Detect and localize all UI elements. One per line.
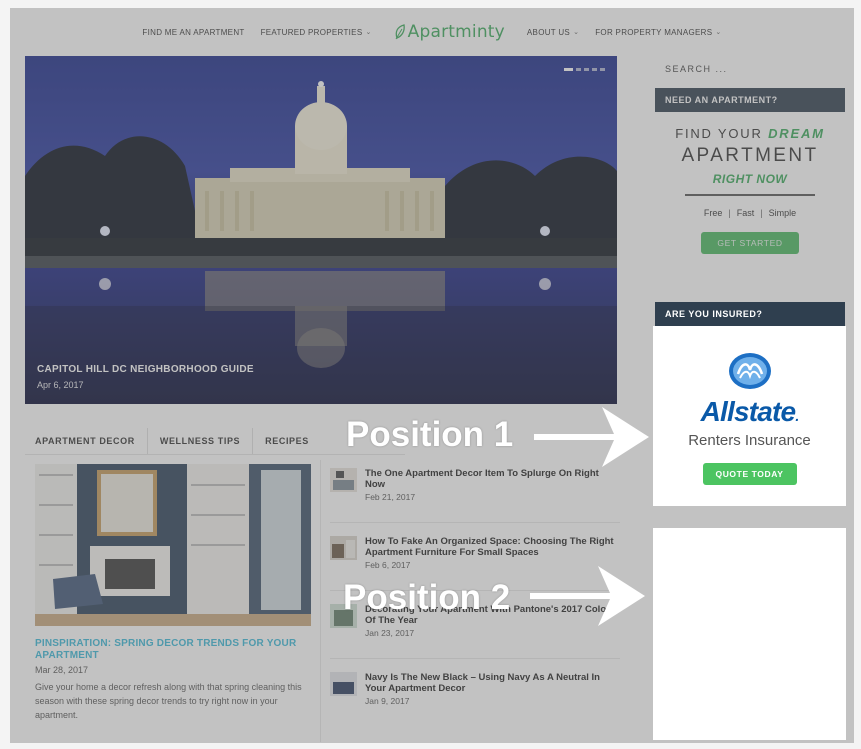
slider-dots <box>564 68 605 71</box>
quote-today-button[interactable]: QUOTE TODAY <box>702 463 797 485</box>
post-date: Jan 23, 2017 <box>365 628 415 638</box>
feature-free: Free <box>703 208 723 218</box>
arrow-right-icon <box>530 566 645 626</box>
post-thumbnail <box>330 468 357 492</box>
slider-dot[interactable] <box>600 68 605 71</box>
nav-item-label: FOR PROPERTY MANAGERS <box>595 27 713 37</box>
nav-featured-properties[interactable]: FEATURED PROPERTIES ⌄ <box>261 28 372 37</box>
tab-recipes[interactable]: RECIPES <box>253 428 321 454</box>
featured-post: PINSPIRATION: SPRING DECOR TRENDS FOR YO… <box>35 464 311 722</box>
nav-item-label: ABOUT US <box>526 27 571 37</box>
post-thumbnail <box>330 672 357 696</box>
slider-dot[interactable] <box>576 68 581 71</box>
featured-post-image[interactable] <box>35 464 311 626</box>
ad-slot-position-2 <box>653 528 846 740</box>
position-1-label: Position 1 <box>346 415 514 454</box>
post-title[interactable]: How To Fake An Organized Space: Choosing… <box>365 536 615 558</box>
featured-post-date: Mar 28, 2017 <box>35 665 89 675</box>
nav-property-managers[interactable]: FOR PROPERTY MANAGERS ⌄ <box>595 28 721 37</box>
hero-date: Apr 6, 2017 <box>37 380 84 390</box>
top-nav: FIND ME AN APARTMENT FEATURED PROPERTIES… <box>10 8 854 56</box>
arrow-right-icon <box>534 407 649 467</box>
need-apartment-header: NEED AN APARTMENT? <box>655 88 845 112</box>
dream-line-1: FIND YOUR DREAM <box>655 126 845 141</box>
list-item[interactable]: Navy Is The New Black – Using Navy As A … <box>330 672 620 706</box>
post-thumbnail <box>330 536 357 560</box>
dream-line-1-text: FIND YOUR <box>675 126 763 141</box>
logo-text: Apartminty <box>407 22 505 42</box>
are-you-insured-header: ARE YOU INSURED? <box>655 302 845 326</box>
page: FIND ME AN APARTMENT FEATURED PROPERTIES… <box>10 8 854 743</box>
post-date: Jan 9, 2017 <box>365 696 410 706</box>
list-item[interactable]: The One Apartment Decor Item To Splurge … <box>330 468 620 502</box>
featured-post-excerpt: Give your home a decor refresh along wit… <box>35 682 302 720</box>
position-2-label: Position 2 <box>343 578 511 617</box>
hero-image-capitol <box>25 56 617 404</box>
chevron-down-icon: ⌄ <box>573 29 580 36</box>
separator: | <box>728 208 731 218</box>
column-divider <box>320 460 321 742</box>
post-title[interactable]: Navy Is The New Black – Using Navy As A … <box>365 672 615 694</box>
feature-fast: Fast <box>736 208 755 218</box>
allstate-hands-icon <box>728 353 771 389</box>
allstate-word: Allstate <box>700 396 797 427</box>
hero-title[interactable]: CAPITOL HILL DC NEIGHBORHOOD GUIDE <box>37 364 254 375</box>
nav-about-us[interactable]: ABOUT US ⌄ <box>527 28 579 37</box>
get-started-button[interactable]: GET STARTED <box>701 232 799 254</box>
hero-slider[interactable]: CAPITOL HILL DC NEIGHBORHOOD GUIDE Apr 6… <box>25 56 617 404</box>
site-logo[interactable]: Apartminty <box>394 22 505 42</box>
hero-caption: CAPITOL HILL DC NEIGHBORHOOD GUIDE Apr 6… <box>37 364 254 390</box>
divider <box>330 658 620 659</box>
tab-apartment-decor[interactable]: APARTMENT DECOR <box>25 428 148 454</box>
dream-line-3: RIGHT NOW <box>712 172 788 186</box>
tab-wellness-tips[interactable]: WELLNESS TIPS <box>148 428 254 454</box>
dream-line-2: APARTMENT <box>681 145 819 166</box>
slider-dot[interactable] <box>592 68 597 71</box>
allstate-logo-text: Allstate. <box>700 396 800 427</box>
chevron-down-icon: ⌄ <box>365 29 372 36</box>
nav-item-label: FIND ME AN APARTMENT <box>142 27 245 37</box>
allstate-ad[interactable]: Allstate. Renters Insurance QUOTE TODAY <box>653 326 846 506</box>
nav-find-apartment[interactable]: FIND ME AN APARTMENT <box>142 28 244 37</box>
slider-dot[interactable] <box>584 68 589 71</box>
chevron-down-icon: ⌄ <box>715 29 722 36</box>
slider-dot[interactable] <box>564 68 573 71</box>
featured-post-title[interactable]: PINSPIRATION: SPRING DECOR TRENDS FOR YO… <box>35 638 311 662</box>
feature-simple: Simple <box>768 208 797 218</box>
dream-apartment-widget: FIND YOUR DREAM APARTMENT RIGHT NOW Free… <box>655 126 845 254</box>
separator: | <box>760 208 763 218</box>
divider <box>330 522 620 523</box>
dream-line-1-accent: DREAM <box>768 126 825 141</box>
leaf-icon <box>395 24 405 40</box>
post-title[interactable]: The One Apartment Decor Item To Splurge … <box>365 468 615 490</box>
feature-list: Free | Fast | Simple <box>655 208 845 218</box>
divider <box>685 194 815 196</box>
nav-item-label: FEATURED PROPERTIES <box>260 27 363 37</box>
post-date: Feb 21, 2017 <box>365 492 416 502</box>
allstate-subtitle: Renters Insurance <box>688 432 811 449</box>
search-input[interactable]: SEARCH ... <box>665 64 728 74</box>
